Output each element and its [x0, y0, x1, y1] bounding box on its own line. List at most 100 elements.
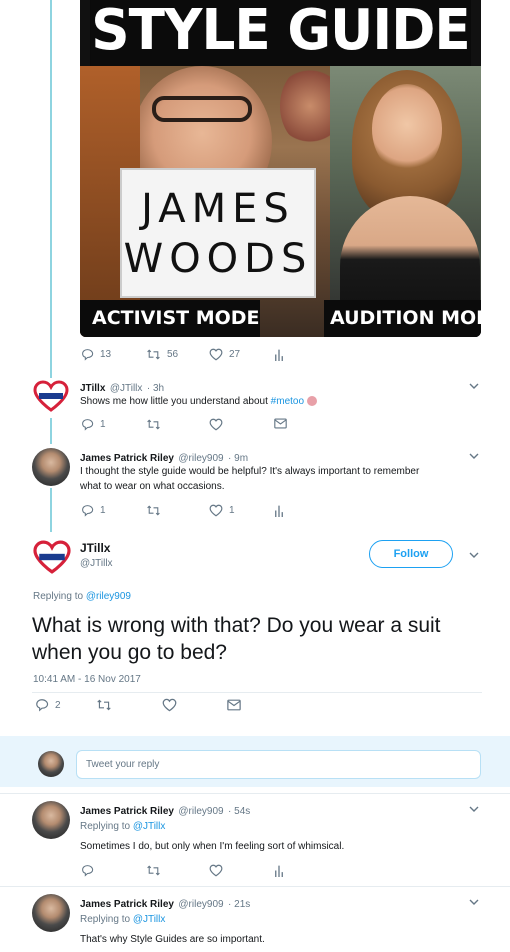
reply-count: 1	[100, 505, 106, 516]
tweet-text: What is wrong with that? Do you wear a s…	[32, 614, 441, 664]
tweet-text-line-1: I thought the style guide would be helpf…	[80, 466, 420, 477]
avatar	[38, 751, 64, 777]
analytics-icon	[274, 864, 284, 877]
envelope-icon	[274, 418, 287, 429]
reply-action[interactable]: 13	[81, 348, 111, 361]
handle[interactable]: @riley909	[178, 453, 223, 464]
retweet-action[interactable]	[146, 418, 161, 431]
reply-icon	[81, 504, 94, 517]
replying-to-handle[interactable]: @JTillx	[133, 821, 166, 832]
heart-icon	[209, 864, 223, 877]
analytics-action[interactable]	[274, 864, 284, 877]
chevron-down-icon[interactable]	[468, 380, 480, 392]
replying-to-handle[interactable]: @JTillx	[133, 914, 166, 925]
retweet-action[interactable]: 56	[146, 348, 178, 361]
like-action[interactable]: 27	[209, 348, 240, 361]
avatar[interactable]	[32, 540, 72, 574]
divider	[0, 793, 510, 794]
chevron-down-icon[interactable]	[468, 450, 480, 462]
emoji-icon	[306, 396, 317, 407]
avatar[interactable]	[32, 894, 70, 932]
glasses	[152, 96, 252, 122]
tweet-text: Shows me how little you understand about…	[80, 394, 317, 409]
reply-icon	[81, 418, 94, 431]
handle[interactable]: @riley909	[178, 899, 223, 910]
thread-line	[50, 488, 52, 532]
divider	[0, 886, 510, 887]
display-name[interactable]: JTillx	[80, 383, 105, 394]
tweet-text: Sometimes I do, but only when I'm feelin…	[80, 841, 345, 852]
media-left-caption: ACTIVIST MODE	[80, 300, 260, 337]
display-name[interactable]: James Patrick Riley	[80, 453, 174, 464]
replying-to: Replying to @riley909	[33, 591, 131, 602]
tweet-header: James Patrick Riley @riley909 · 54s	[80, 801, 250, 819]
analytics-action[interactable]	[274, 504, 284, 517]
timestamp[interactable]: · 3h	[147, 383, 164, 394]
chevron-down-icon[interactable]	[468, 549, 480, 561]
replying-to: Replying to @JTillx	[80, 821, 165, 832]
envelope-icon	[227, 699, 241, 711]
like-action[interactable]	[209, 864, 223, 877]
handle[interactable]: @riley909	[178, 806, 223, 817]
person-bg	[280, 66, 330, 146]
timestamp[interactable]: · 21s	[228, 899, 250, 910]
like-count: 27	[229, 349, 241, 360]
reply-icon	[81, 864, 94, 877]
tweet-media-image[interactable]: STYLE GUIDE JAMES WOODS ACTIVIST MODE AU…	[80, 0, 481, 337]
reply-action[interactable]: 1	[81, 504, 106, 517]
tweet-text-line-2: what to wear on what occasions.	[80, 481, 225, 492]
like-action[interactable]	[209, 418, 223, 431]
replying-to-label: Replying to	[80, 914, 133, 925]
tweet-text-body: Shows me how little you understand about	[80, 396, 271, 407]
reply-count: 1	[100, 419, 106, 430]
chevron-down-icon[interactable]	[468, 803, 480, 815]
heart-icon	[209, 418, 223, 431]
person-right	[372, 84, 442, 174]
like-action[interactable]	[162, 698, 177, 712]
timestamp[interactable]: · 54s	[228, 806, 250, 817]
display-name[interactable]: JTillx	[80, 541, 110, 555]
media-left-panel: JAMES WOODS	[80, 66, 330, 337]
hashtag-link[interactable]: #metoo	[271, 396, 304, 407]
timestamp[interactable]: · 9m	[228, 453, 248, 464]
avatar[interactable]	[32, 801, 70, 839]
display-name[interactable]: James Patrick Riley	[80, 899, 174, 910]
retweet-action[interactable]	[96, 698, 112, 712]
media-right-caption: AUDITION MODE	[324, 300, 481, 337]
avatar[interactable]	[33, 380, 69, 412]
retweet-icon	[146, 504, 161, 517]
replying-to-label: Replying to	[33, 591, 86, 602]
protest-sign: JAMES WOODS	[120, 168, 316, 298]
handle[interactable]: @JTillx	[80, 558, 113, 569]
replying-to-label: Replying to	[80, 821, 133, 832]
reply-action[interactable]: 2	[35, 698, 61, 712]
retweet-count: 56	[167, 349, 179, 360]
retweet-action[interactable]	[146, 864, 161, 877]
heart-icon	[162, 698, 177, 712]
retweet-icon	[146, 348, 161, 361]
replying-to: Replying to @JTillx	[80, 914, 165, 925]
retweet-icon	[146, 418, 161, 431]
tweet-timestamp[interactable]: 10:41 AM - 16 Nov 2017	[33, 674, 141, 685]
chevron-down-icon[interactable]	[468, 896, 480, 908]
analytics-icon	[274, 348, 284, 361]
like-action[interactable]: 1	[209, 504, 235, 517]
tweet-reply-input[interactable]: Tweet your reply	[76, 750, 481, 779]
avatar[interactable]	[32, 448, 70, 486]
message-action[interactable]	[227, 699, 241, 711]
media-title: STYLE GUIDE	[90, 0, 471, 66]
retweet-action[interactable]	[146, 504, 161, 517]
retweet-icon	[146, 864, 161, 877]
replying-to-handle[interactable]: @riley909	[86, 591, 131, 602]
divider	[32, 692, 482, 693]
reply-action[interactable]	[81, 864, 94, 877]
follow-button[interactable]: Follow	[369, 540, 453, 568]
handle[interactable]: @JTillx	[110, 383, 143, 394]
tweet-header: James Patrick Riley @riley909 · 21s	[80, 894, 250, 912]
heart-icon	[209, 348, 223, 361]
tweet-text: I thought the style guide would be helpf…	[80, 464, 419, 494]
analytics-action[interactable]	[274, 348, 284, 361]
message-action[interactable]	[274, 418, 287, 429]
reply-action[interactable]: 1	[81, 418, 106, 431]
display-name[interactable]: James Patrick Riley	[80, 806, 174, 817]
